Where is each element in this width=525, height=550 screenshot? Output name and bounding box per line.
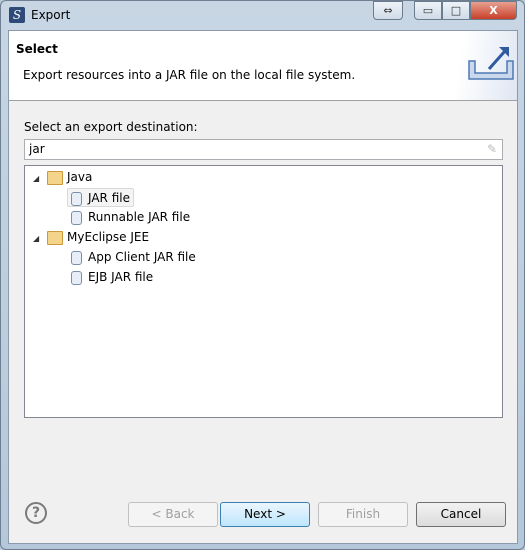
tree-item-ejb-jar[interactable]: EJB JAR file xyxy=(68,268,153,287)
node-label: EJB JAR file xyxy=(88,270,154,284)
export-dialog: S Export ⇔ ▭ □ X Select Export resources… xyxy=(0,0,525,550)
folder-open-icon xyxy=(47,230,63,245)
destination-label: Select an export destination: xyxy=(24,120,198,134)
resize-button[interactable]: ⇔ xyxy=(373,1,403,20)
cancel-button[interactable]: Cancel xyxy=(416,502,506,527)
expand-arrow-icon[interactable]: ◢ xyxy=(33,229,47,248)
wizard-header: Select Export resources into a JAR file … xyxy=(9,31,517,101)
myeclipse-app-icon: S xyxy=(9,7,25,23)
ejb-jar-icon xyxy=(71,270,82,285)
tree-item-runnable-jar[interactable]: Runnable JAR file xyxy=(68,208,190,227)
export-banner-icon xyxy=(437,31,517,100)
close-button[interactable]: X xyxy=(470,1,517,20)
destination-tree[interactable]: ◢ Java JAR file Runnable JAR file ◢ MyEcli… xyxy=(24,165,503,418)
filter-input[interactable]: jar ✎ xyxy=(24,139,503,160)
window-title: Export xyxy=(31,8,71,22)
tree-item-app-client-jar[interactable]: App Client JAR file xyxy=(68,248,196,267)
runnable-jar-icon xyxy=(71,210,82,225)
folder-open-icon xyxy=(47,170,63,185)
page-title: Select xyxy=(16,42,58,56)
page-description: Export resources into a JAR file on the … xyxy=(23,68,356,82)
dialog-body: Select Export resources into a JAR file … xyxy=(8,30,518,544)
filter-value: jar xyxy=(29,142,45,156)
tree-node-java[interactable]: ◢ Java xyxy=(33,168,92,187)
expand-arrow-icon[interactable]: ◢ xyxy=(33,169,47,188)
app-client-jar-icon xyxy=(71,250,82,265)
node-label: MyEclipse JEE xyxy=(67,230,150,244)
tree-node-myeclipse-jee[interactable]: ◢ MyEclipse JEE xyxy=(33,228,149,247)
node-label: Runnable JAR file xyxy=(88,210,191,224)
finish-button[interactable]: Finish xyxy=(318,502,408,527)
title-bar[interactable]: S Export ⇔ ▭ □ X xyxy=(1,1,524,29)
clear-filter-icon[interactable]: ✎ xyxy=(487,142,497,156)
next-button[interactable]: Next > xyxy=(220,502,310,527)
jar-icon xyxy=(71,191,82,206)
back-button[interactable]: < Back xyxy=(128,502,218,527)
node-label: JAR file xyxy=(88,191,130,205)
help-icon[interactable]: ? xyxy=(25,502,47,524)
minimize-button[interactable]: ▭ xyxy=(414,1,442,20)
node-label: Java xyxy=(67,170,93,184)
node-label: App Client JAR file xyxy=(88,250,196,264)
tree-item-jar-file[interactable]: JAR file xyxy=(67,188,134,207)
maximize-button[interactable]: □ xyxy=(442,1,470,20)
